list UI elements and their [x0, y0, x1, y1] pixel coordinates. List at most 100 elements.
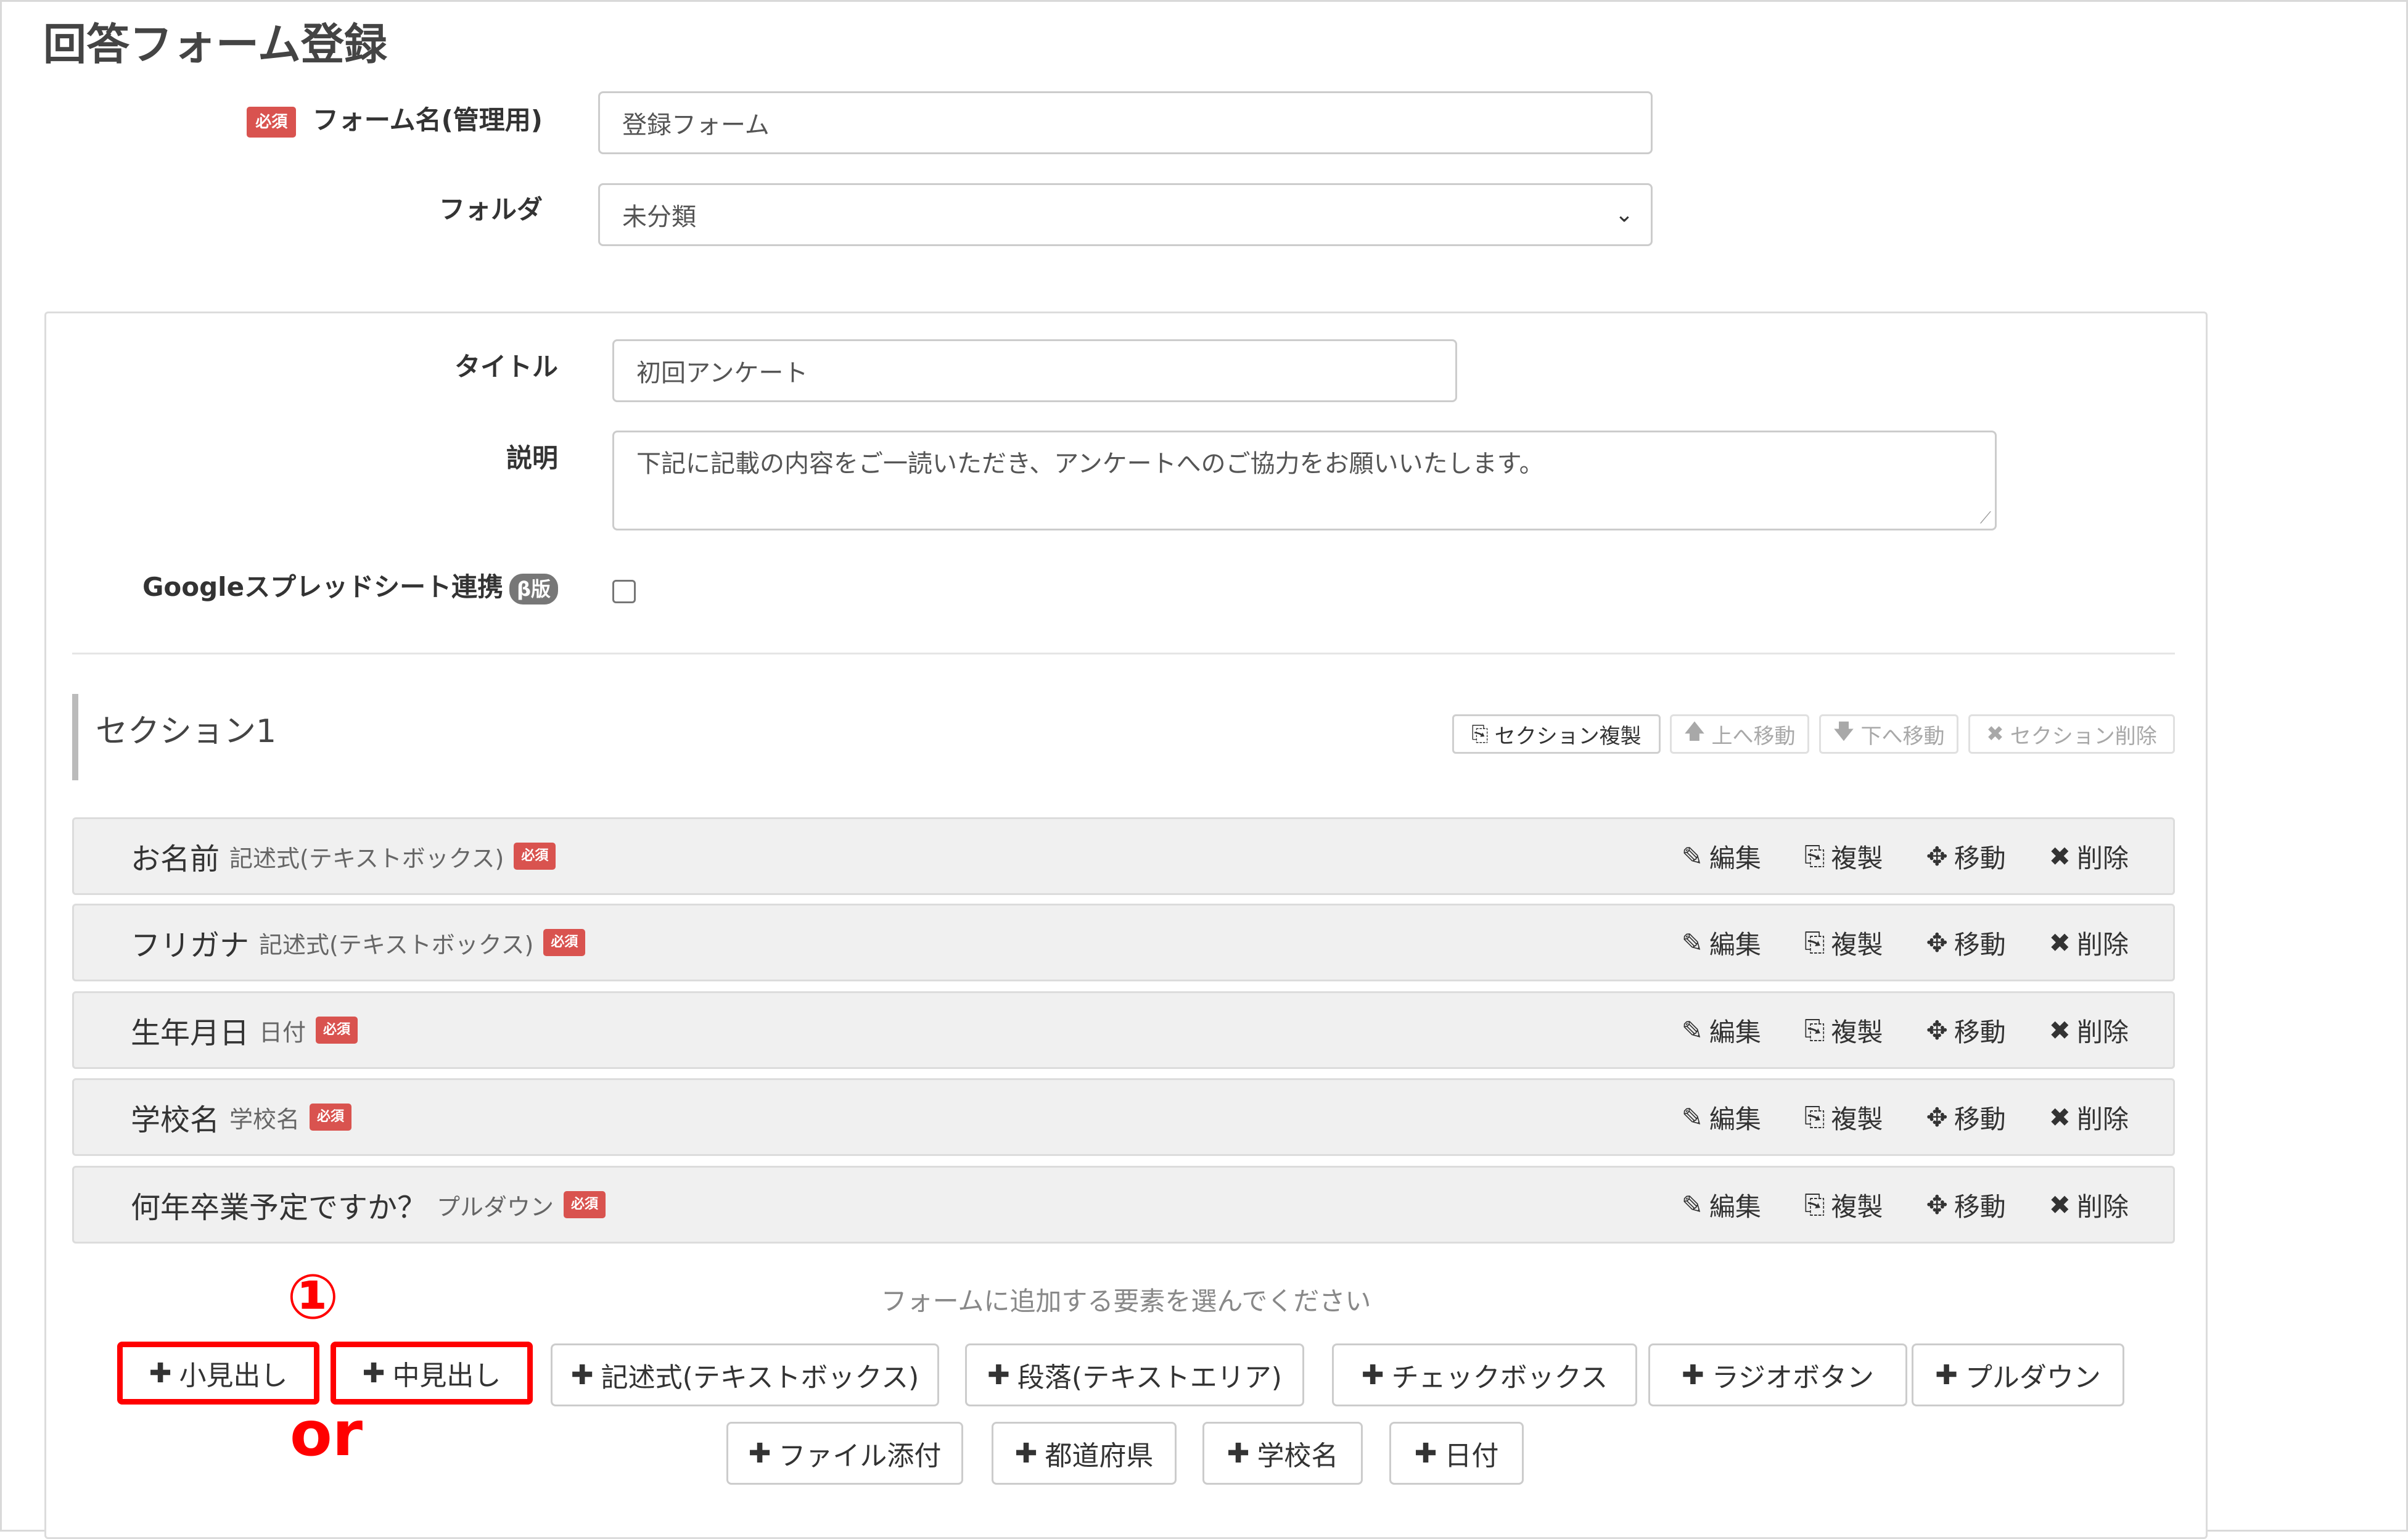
edit-button[interactable]: ✎ 編集 — [1682, 1186, 1761, 1224]
question-row[interactable]: フリガナ 記述式(テキストボックス) 必須 ✎ 編集 ⎘ 複製 ✥ 移動 ✖ 削除 — [72, 904, 2175, 981]
folder-label: フォルダ — [438, 194, 543, 225]
add-school-name-button[interactable]: ✚ 学校名 — [1202, 1422, 1363, 1485]
plus-icon: ✚ — [1935, 1359, 1958, 1391]
form-name-label-group: 必須 フォーム名(管理用) — [240, 102, 543, 139]
close-icon: ✖ — [2048, 1189, 2071, 1220]
plus-icon: ✚ — [149, 1357, 172, 1389]
plus-icon: ✚ — [1414, 1437, 1437, 1469]
plus-icon: ✚ — [748, 1437, 771, 1469]
move-button[interactable]: ✥ 移動 — [1926, 1186, 2006, 1224]
add-radio-button[interactable]: ✚ ラジオボタン — [1648, 1343, 1907, 1406]
duplicate-button[interactable]: ⎘ 複製 — [1804, 1099, 1883, 1136]
plus-icon: ✚ — [1682, 1359, 1704, 1391]
description-textarea[interactable]: 下記に記載の内容をご一読いただき、アンケートへのご協力をお願いいたします。 ⟋ — [612, 431, 1997, 530]
add-prefecture-button[interactable]: ✚ 都道府県 — [992, 1422, 1177, 1485]
move-button[interactable]: ✥ 移動 — [1926, 924, 2006, 962]
duplicate-button[interactable]: ⎘ 複製 — [1804, 1012, 1883, 1049]
delete-button[interactable]: ✖ 削除 — [2049, 1099, 2129, 1136]
move-icon: ✥ — [1926, 1015, 1948, 1046]
question-title: 何年卒業予定ですか？ — [131, 1190, 427, 1225]
section-delete-button[interactable]: ✖ セクション削除 — [1968, 714, 2175, 754]
form-name-input[interactable]: 登録フォーム — [598, 91, 1653, 154]
add-small-heading-button[interactable]: ✚ 小見出し — [117, 1342, 319, 1405]
question-type: 記述式(テキストボックス) — [229, 844, 504, 872]
add-textarea-button[interactable]: ✚ 段落(テキストエリア) — [965, 1343, 1304, 1406]
question-row[interactable]: 生年月日 日付 必須 ✎ 編集 ⎘ 複製 ✥ 移動 ✖ 削除 — [72, 991, 2175, 1069]
edit-button[interactable]: ✎ 編集 — [1682, 924, 1761, 962]
add-dropdown-button[interactable]: ✚ プルダウン — [1912, 1343, 2124, 1406]
required-badge: 必須 — [247, 106, 297, 138]
duplicate-button[interactable]: ⎘ 複製 — [1804, 838, 1883, 875]
copy-icon: ⎘ — [1471, 722, 1489, 746]
question-type: 学校名 — [229, 1105, 300, 1133]
title-input[interactable]: 初回アンケート — [612, 339, 1457, 402]
close-icon: ✖ — [2048, 1102, 2071, 1133]
beta-badge: β版 — [509, 573, 558, 604]
arrow-up-icon: 🡅 — [1683, 719, 1706, 744]
plus-icon: ✚ — [987, 1359, 1010, 1391]
edit-button[interactable]: ✎ 編集 — [1682, 1012, 1761, 1049]
delete-button[interactable]: ✖ 削除 — [2049, 1012, 2129, 1049]
question-row[interactable]: 何年卒業予定ですか？ プルダウン 必須 ✎ 編集 ⎘ 複製 ✥ 移動 ✖ 削除 — [72, 1166, 2175, 1244]
required-badge: 必須 — [316, 1017, 358, 1044]
section-duplicate-button[interactable]: ⎘ セクション複製 — [1452, 714, 1661, 754]
move-icon: ✥ — [1926, 841, 1948, 872]
duplicate-button[interactable]: ⎘ 複製 — [1804, 924, 1883, 962]
panel-divider — [72, 653, 2175, 654]
question-title: お名前 — [131, 842, 220, 877]
copy-icon: ⎘ — [1804, 1102, 1825, 1132]
delete-button[interactable]: ✖ 削除 — [2049, 1186, 2129, 1224]
close-icon: ✖ — [2048, 841, 2071, 872]
form-name-label: フォーム名(管理用) — [312, 105, 543, 135]
move-button[interactable]: ✥ 移動 — [1926, 1012, 2006, 1049]
title-value: 初回アンケート — [636, 359, 808, 387]
question-row[interactable]: お名前 記述式(テキストボックス) 必須 ✎ 編集 ⎘ 複製 ✥ 移動 ✖ 削除 — [72, 817, 2175, 895]
question-row[interactable]: 学校名 学校名 必須 ✎ 編集 ⎘ 複製 ✥ 移動 ✖ 削除 — [72, 1078, 2175, 1156]
add-medium-heading-button[interactable]: ✚ 中見出し — [331, 1342, 533, 1405]
close-icon: ✖ — [2048, 927, 2071, 958]
google-sheets-label-group: Googleスプレッドシート連携 β版 — [92, 569, 558, 606]
move-icon: ✥ — [1926, 1189, 1948, 1220]
description-value: 下記に記載の内容をご一読いただき、アンケートへのご協力をお願いいたします。 — [636, 450, 1544, 478]
pencil-icon: ✎ — [1681, 1015, 1703, 1046]
move-button[interactable]: ✥ 移動 — [1926, 838, 2006, 875]
section-move-up-button[interactable]: 🡅 上へ移動 — [1670, 714, 1809, 754]
plus-icon: ✚ — [1227, 1437, 1250, 1469]
chevron-down-icon: ⌄ — [1614, 202, 1633, 228]
pencil-icon: ✎ — [1681, 1189, 1703, 1220]
required-badge: 必須 — [514, 843, 556, 870]
google-sheets-checkbox[interactable] — [612, 580, 636, 603]
move-button[interactable]: ✥ 移動 — [1926, 1099, 2006, 1136]
move-icon: ✥ — [1926, 927, 1948, 958]
question-type: 日付 — [259, 1018, 306, 1046]
google-sheets-label: Googleスプレッドシート連携 — [142, 572, 504, 602]
plus-icon: ✚ — [1014, 1437, 1038, 1469]
add-textbox-button[interactable]: ✚ 記述式(テキストボックス) — [551, 1343, 939, 1406]
pencil-icon: ✎ — [1681, 841, 1703, 872]
title-label: タイトル — [454, 352, 558, 382]
required-badge: 必須 — [564, 1191, 606, 1218]
folder-select[interactable]: 未分類 ⌄ — [598, 183, 1653, 246]
copy-icon: ⎘ — [1804, 841, 1825, 871]
delete-button[interactable]: ✖ 削除 — [2049, 838, 2129, 875]
close-icon: ✖ — [1986, 722, 2004, 746]
copy-icon: ⎘ — [1804, 927, 1825, 957]
section-move-down-button[interactable]: 🡇 下へ移動 — [1819, 714, 1958, 754]
required-badge: 必須 — [310, 1104, 352, 1131]
pencil-icon: ✎ — [1681, 927, 1703, 958]
duplicate-button[interactable]: ⎘ 複製 — [1804, 1186, 1883, 1224]
add-checkbox-button[interactable]: ✚ チェックボックス — [1332, 1343, 1637, 1406]
edit-button[interactable]: ✎ 編集 — [1682, 838, 1761, 875]
add-file-attachment-button[interactable]: ✚ ファイル添付 — [726, 1422, 963, 1485]
resize-grip-icon[interactable]: ⟋ — [1980, 510, 1991, 526]
edit-button[interactable]: ✎ 編集 — [1682, 1099, 1761, 1136]
form-name-value: 登録フォーム — [622, 111, 770, 139]
or-annotation: or — [290, 1398, 363, 1470]
description-label: 説明 — [506, 443, 558, 473]
delete-button[interactable]: ✖ 削除 — [2049, 924, 2129, 962]
add-date-button[interactable]: ✚ 日付 — [1389, 1422, 1524, 1485]
folder-selected-value: 未分類 — [622, 203, 696, 231]
question-title: 生年月日 — [131, 1016, 250, 1050]
question-type: 記述式(テキストボックス) — [259, 931, 534, 959]
plus-icon: ✚ — [570, 1359, 594, 1391]
